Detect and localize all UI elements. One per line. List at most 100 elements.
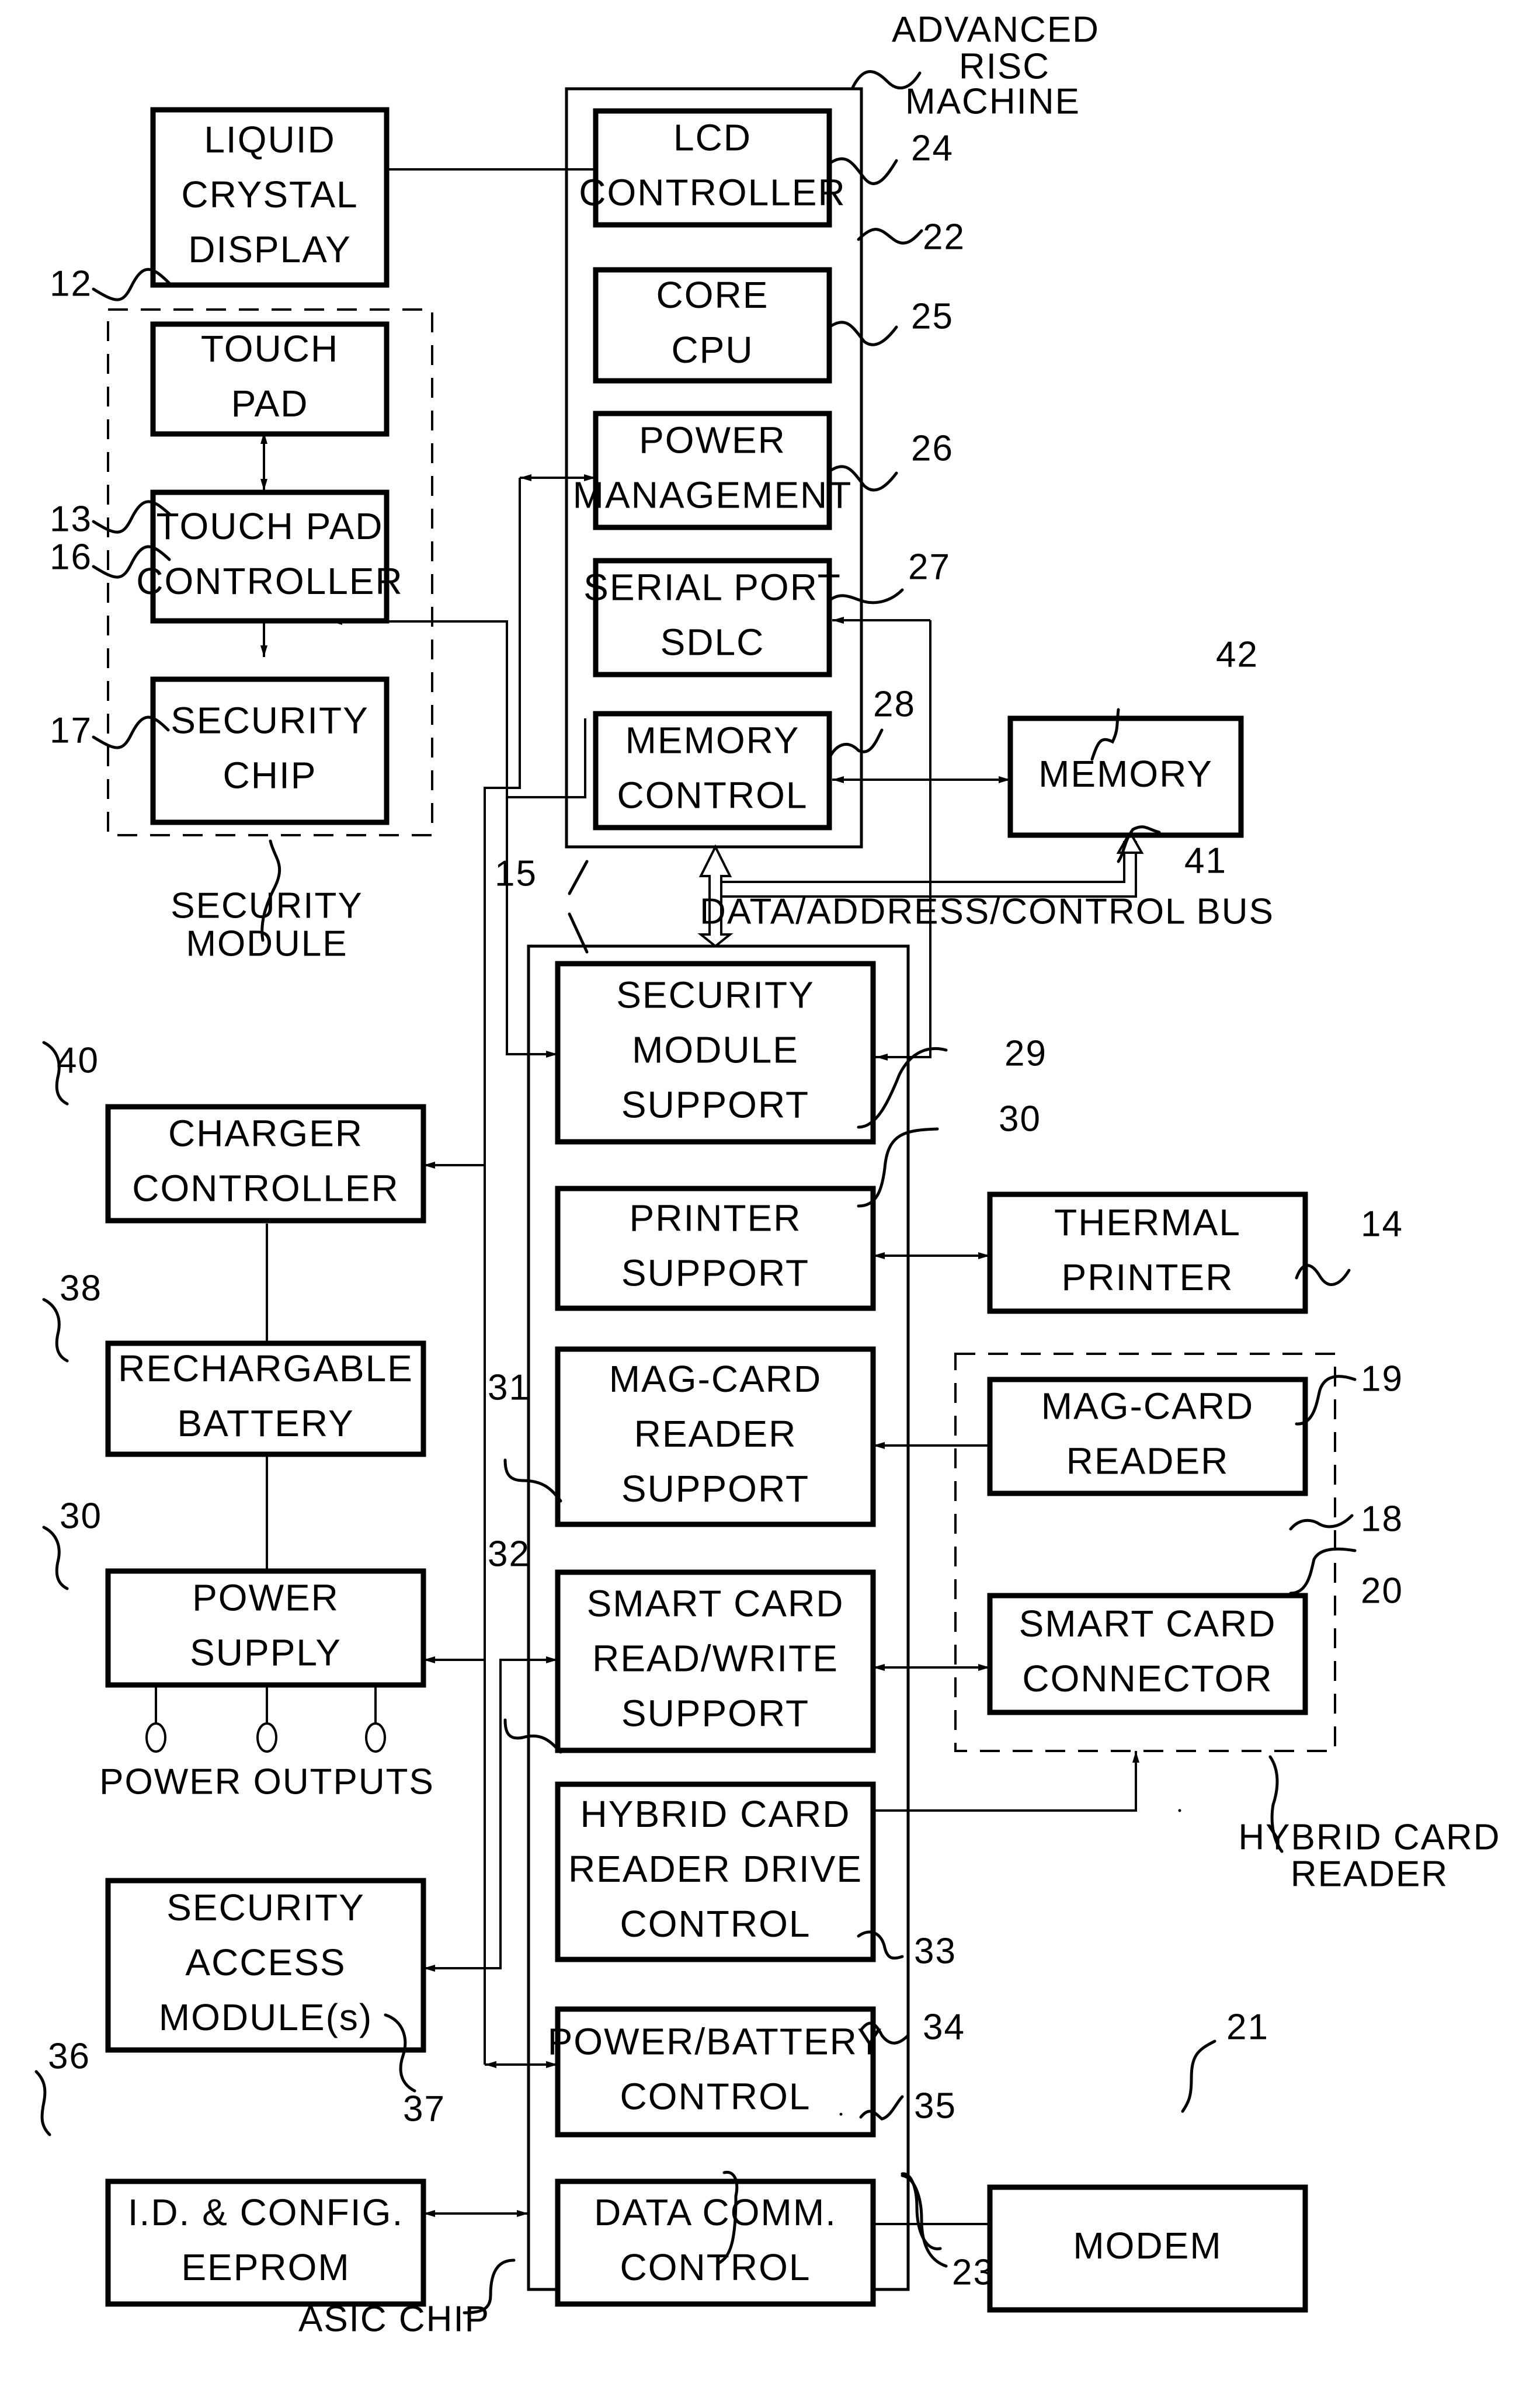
memory-control-label-line: MEMORY bbox=[625, 719, 800, 761]
rechargable-battery-label-line: RECHARGABLE bbox=[118, 1347, 413, 1389]
power-battery-control-label-line: POWER/BATTERY bbox=[548, 2020, 884, 2062]
ref-18: 18 bbox=[1361, 1499, 1403, 1539]
security-access-modules-label-line: ACCESS bbox=[185, 1941, 346, 1983]
ref-14: 14 bbox=[1361, 1204, 1403, 1244]
ref-38: 38 bbox=[60, 1268, 102, 1308]
lcd-controller-label-line: LCD bbox=[673, 116, 752, 158]
security-access-modules-label-line: MODULE(s) bbox=[159, 1996, 373, 2038]
ref-17: 17 bbox=[50, 710, 92, 750]
blocks: LIQUIDCRYSTALDISPLAYTOUCHPADTOUCH PADCON… bbox=[105, 107, 1308, 2313]
printer-support-block: PRINTER SUPPORT bbox=[555, 1186, 876, 1311]
printer-support-label-line: PRINTER bbox=[630, 1197, 802, 1239]
hybrid-card-reader-label-line-1: HYBRID CARD bbox=[1238, 1817, 1500, 1857]
smart-card-connector-block: SMART CARD CONNECTOR bbox=[987, 1593, 1308, 1715]
power-output-terminal bbox=[145, 1722, 166, 1753]
charger-controller-label-line: CHARGER bbox=[168, 1112, 363, 1154]
data-comm-control-label-line: DATA COMM. bbox=[594, 2191, 837, 2233]
memory-label-line: MEMORY bbox=[1038, 753, 1213, 795]
modem-label-line: MODEM bbox=[1073, 2225, 1222, 2267]
smart-card-rw-support-label-line: READ/WRITE bbox=[592, 1637, 839, 1679]
arm-label-line-1: ADVANCED bbox=[892, 9, 1100, 50]
power-management-label-line: POWER bbox=[639, 419, 786, 461]
power-battery-control-label-line: CONTROL bbox=[620, 2075, 811, 2117]
rechargable-battery-block: RECHARGABLE BATTERY bbox=[105, 1340, 426, 1457]
security-module-support-label-line: SUPPORT bbox=[621, 1083, 809, 1125]
memory-control-block: MEMORY CONTROL bbox=[593, 711, 832, 831]
lcd-controller-block: LCD CONTROLLER bbox=[579, 108, 846, 228]
ref-20: 20 bbox=[1361, 1570, 1403, 1611]
hybrid-card-drive-control-block: HYBRID CARD READER DRIVE CONTROL bbox=[555, 1781, 876, 1962]
hybrid-card-drive-control-label-line: CONTROL bbox=[620, 1903, 811, 1945]
security-chip-block: SECURITY CHIP bbox=[150, 676, 390, 825]
ref-37: 37 bbox=[403, 2089, 446, 2129]
printer-support-label-line: SUPPORT bbox=[621, 1252, 809, 1294]
ref-13: 13 bbox=[50, 499, 92, 539]
ref-23: 23 bbox=[952, 2252, 995, 2292]
serial-port-label-line: SDLC bbox=[661, 621, 765, 663]
ref-22: 22 bbox=[923, 217, 965, 257]
data-comm-control-label-line: CONTROL bbox=[620, 2246, 811, 2288]
core-cpu-label-line: CORE bbox=[656, 274, 769, 316]
ref-15: 15 bbox=[495, 853, 537, 894]
ref-27: 27 bbox=[908, 547, 951, 587]
security-module-support-label-line: MODULE bbox=[632, 1028, 799, 1071]
security-module-label-line-2: MODULE bbox=[186, 923, 347, 964]
ref-21: 21 bbox=[1226, 2007, 1269, 2047]
bus-label: DATA/ADDRESS/CONTROL BUS bbox=[700, 891, 1274, 932]
hybrid-card-drive-control-label-line: READER DRIVE bbox=[568, 1848, 863, 1890]
thermal-printer-label-line: THERMAL bbox=[1054, 1201, 1241, 1243]
thermal-printer-label-line: PRINTER bbox=[1062, 1256, 1234, 1298]
thermal-printer-block: THERMAL PRINTER bbox=[987, 1191, 1308, 1314]
touch-pad-label-line: PAD bbox=[231, 383, 309, 425]
touch-pad-controller-label-line: TOUCH PAD bbox=[157, 505, 384, 547]
id-config-eeprom-label-line: EEPROM bbox=[181, 2246, 350, 2288]
power-supply-label-line: POWER bbox=[192, 1576, 339, 1618]
touch-pad-controller-block: TOUCH PAD CONTROLLER bbox=[136, 489, 402, 624]
charger-controller-block: CHARGER CONTROLLER bbox=[105, 1104, 426, 1224]
ref-24: 24 bbox=[911, 128, 954, 168]
ref-25: 25 bbox=[911, 296, 954, 336]
security-access-modules-label-line: SECURITY bbox=[166, 1886, 365, 1929]
mag-card-reader-support-label-line: SUPPORT bbox=[621, 1468, 809, 1510]
touch-pad-block: TOUCH PAD bbox=[150, 321, 390, 437]
power-supply-block: POWER SUPPLY bbox=[105, 1568, 426, 1688]
arm-label-line-2: RISC bbox=[959, 46, 1050, 86]
serial-port-block: SERIAL PORT SDLC bbox=[583, 558, 842, 677]
mag-card-reader-support-label-line: READER bbox=[634, 1413, 797, 1455]
security-module-support-label-line: SECURITY bbox=[616, 974, 815, 1016]
data-comm-control-block: DATA COMM. CONTROL bbox=[555, 2178, 876, 2307]
ref-35: 35 bbox=[914, 2086, 957, 2126]
lcd-controller-label-line: CONTROLLER bbox=[579, 171, 846, 213]
mag-card-reader-support-label-line: MAG-CARD bbox=[609, 1358, 822, 1400]
ref-19: 19 bbox=[1361, 1358, 1403, 1399]
serial-port-label-line: SERIAL PORT bbox=[583, 566, 842, 608]
power-battery-control-block: POWER/BATTERY CONTROL bbox=[548, 2006, 884, 2138]
smart-card-rw-support-label-line: SUPPORT bbox=[621, 1692, 809, 1734]
hybrid-card-drive-control-label-line: HYBRID CARD bbox=[580, 1793, 851, 1835]
power-supply-label-line: SUPPLY bbox=[190, 1631, 342, 1673]
block-diagram: LIQUIDCRYSTALDISPLAYTOUCHPADTOUCH PADCON… bbox=[34, 9, 1500, 2339]
arm-label-line-3: MACHINE bbox=[905, 81, 1080, 121]
power-output-terminal bbox=[256, 1722, 277, 1753]
ref-34: 34 bbox=[923, 2007, 965, 2047]
ref-31: 31 bbox=[488, 1367, 530, 1408]
ref-28: 28 bbox=[873, 684, 916, 724]
security-chip-label-line: SECURITY bbox=[171, 699, 369, 741]
ref-30-printer: 30 bbox=[999, 1099, 1041, 1139]
security-module-label-line-1: SECURITY bbox=[171, 885, 363, 926]
id-config-eeprom-label-line: I.D. & CONFIG. bbox=[128, 2191, 404, 2233]
ref-26: 26 bbox=[911, 428, 954, 468]
id-config-eeprom-block: I.D. & CONFIG. EEPROM bbox=[105, 2178, 426, 2307]
mag-card-reader-label-line: READER bbox=[1066, 1440, 1229, 1482]
ref-33: 33 bbox=[914, 1931, 957, 1971]
ref-41: 41 bbox=[1184, 840, 1227, 881]
power-management-block: POWER MANAGEMENT bbox=[573, 411, 851, 530]
lcd-label-line: DISPLAY bbox=[188, 228, 352, 270]
lcd-block: LIQUID CRYSTAL DISPLAY bbox=[150, 107, 390, 288]
lcd-label-line: LIQUID bbox=[204, 119, 335, 161]
hybrid-card-reader-label-line-2: READER bbox=[1291, 1854, 1448, 1894]
smart-card-rw-support-label-line: SMART CARD bbox=[587, 1582, 844, 1624]
mag-card-reader-block: MAG-CARD READER bbox=[987, 1377, 1308, 1496]
ref-16: 16 bbox=[50, 537, 92, 577]
memory-block: MEMORY bbox=[1007, 715, 1244, 838]
